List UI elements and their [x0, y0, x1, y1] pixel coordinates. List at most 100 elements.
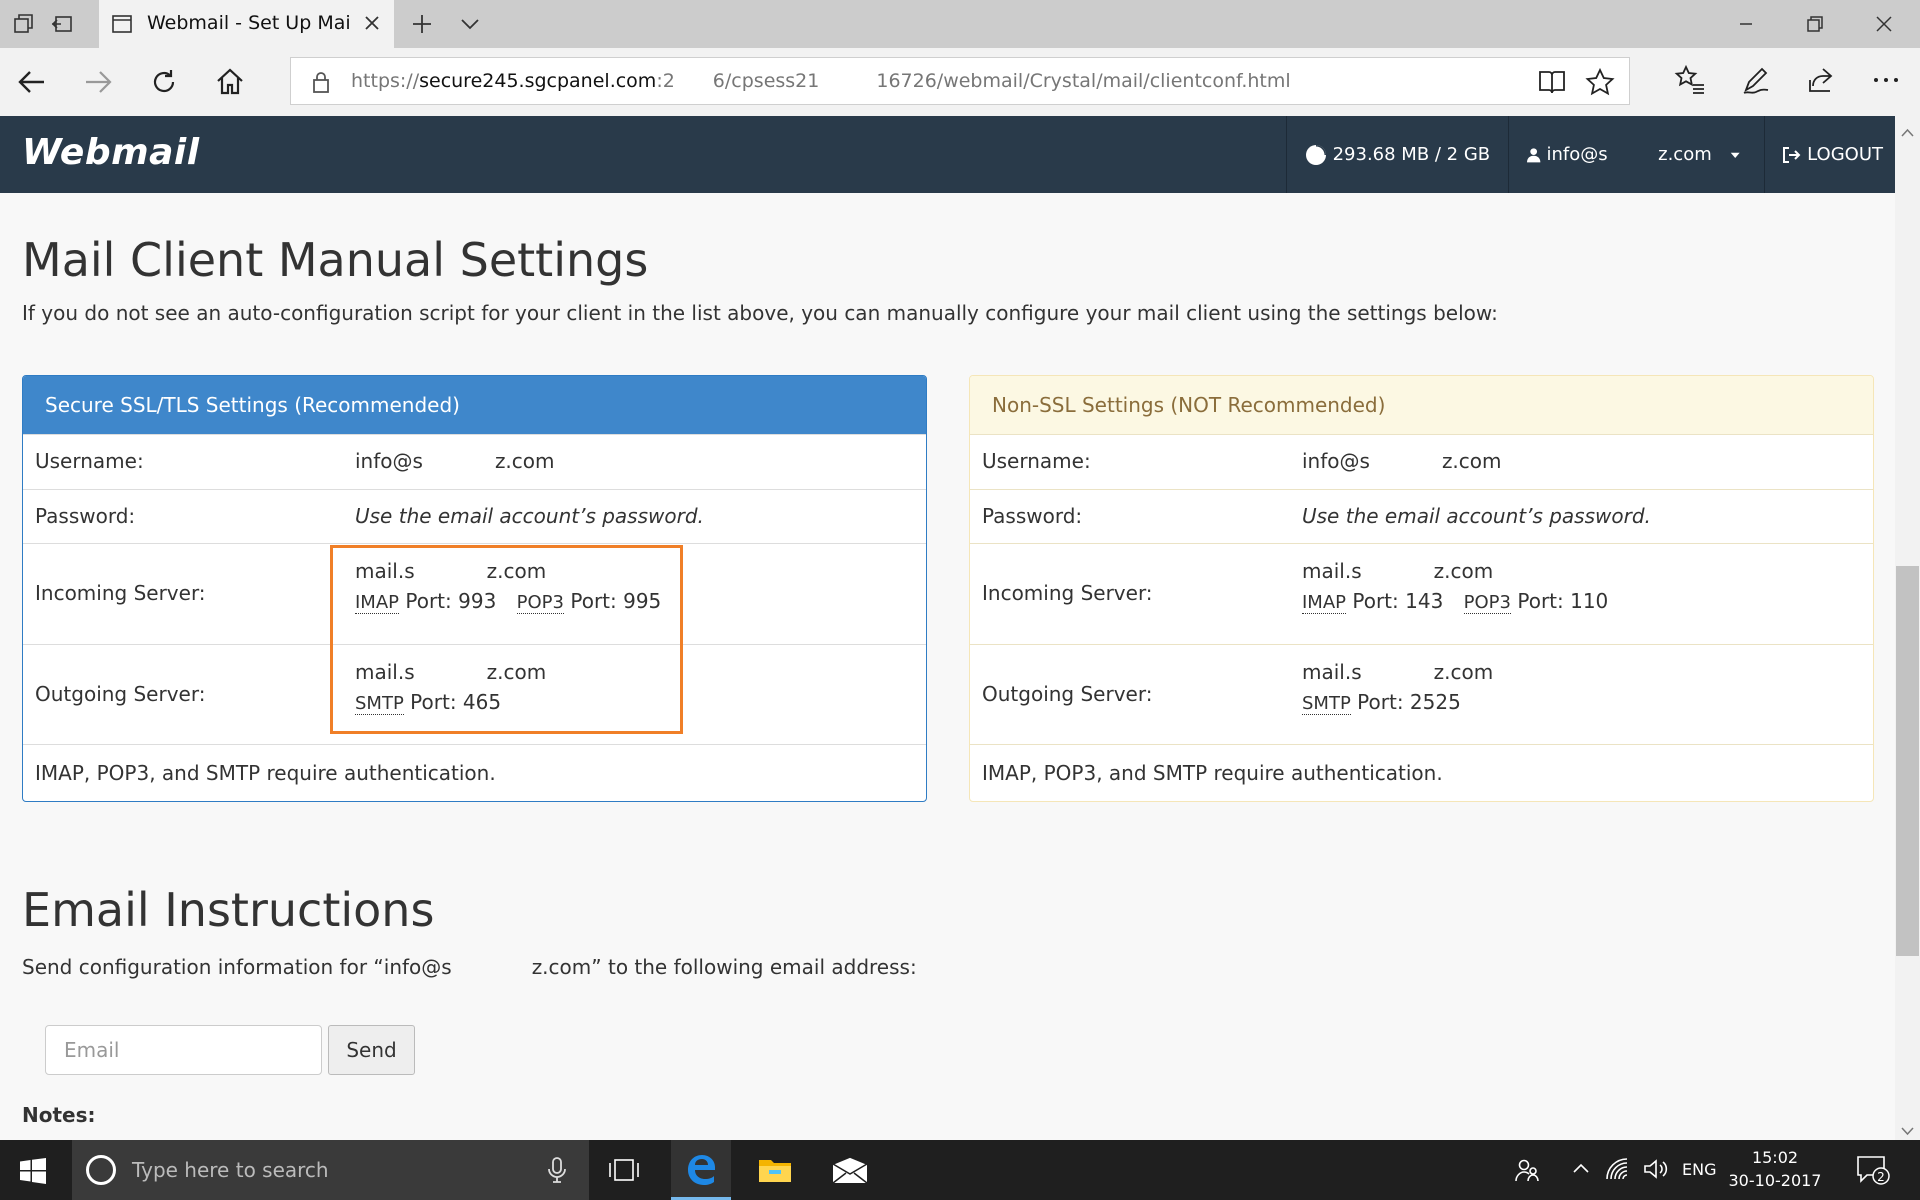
email-instructions-title: Email Instructions: [22, 883, 435, 937]
web-note-pen-icon[interactable]: [1740, 64, 1772, 100]
tab-title: Webmail - Set Up Mail Client: [147, 12, 352, 34]
more-options-icon[interactable]: [1870, 64, 1902, 100]
imap-abbr: IMAP: [1302, 592, 1347, 614]
password-label: Password:: [982, 504, 1083, 528]
smtp-port: Port: 2525: [1357, 690, 1461, 714]
windows-taskbar: Type here to search ENG 15:02 30-10-2017…: [0, 1140, 1920, 1200]
auth-note: IMAP, POP3, and SMTP require authenticat…: [982, 761, 1443, 785]
volume-icon[interactable]: [1642, 1157, 1668, 1185]
pie-chart-icon: [1305, 144, 1326, 165]
password-value: Use the email account’s password.: [1302, 504, 1651, 528]
url-text: https://secure245.sgcpanel.com:2 6/cpses…: [351, 70, 1291, 92]
favorites-hub-icon[interactable]: [1674, 64, 1706, 100]
incoming-server-label: Incoming Server:: [35, 581, 206, 605]
close-window-icon[interactable]: [1872, 12, 1896, 40]
scroll-down-icon[interactable]: [1901, 1121, 1914, 1140]
caret-down-icon: [1730, 152, 1740, 158]
user-icon: [1527, 147, 1541, 162]
file-explorer-icon[interactable]: [745, 1140, 805, 1200]
minimize-icon[interactable]: [1734, 12, 1758, 40]
back-icon[interactable]: [14, 64, 50, 100]
account-menu[interactable]: info@s z.com: [1508, 116, 1764, 193]
task-view-icon[interactable]: [594, 1140, 654, 1200]
account-user: info@s: [1546, 144, 1608, 165]
clock-time: 15:02: [1751, 1148, 1799, 1167]
quota-text: 293.68 MB / 2 GB: [1332, 144, 1491, 165]
tab-list-icon[interactable]: [12, 12, 36, 36]
username-value: info@s z.com: [1302, 449, 1502, 473]
outgoing-server-label: Outgoing Server:: [982, 682, 1153, 706]
outgoing-server-label: Outgoing Server:: [35, 682, 206, 706]
refresh-icon[interactable]: [146, 64, 182, 100]
chevron-down-icon[interactable]: [458, 12, 482, 40]
email-instructions-description: Send configuration information for “info…: [22, 955, 917, 979]
reading-view-icon[interactable]: [1537, 68, 1567, 100]
webmail-header: Webmail 293.68 MB / 2 GB info@s z.com LO…: [0, 116, 1895, 193]
manual-description: If you do not see an auto-configuration …: [22, 301, 1498, 325]
action-center-icon[interactable]: 2: [1855, 1154, 1891, 1190]
notification-count: 2: [1877, 1170, 1885, 1184]
nonssl-settings-panel: Non-SSL Settings (NOT Recommended) Usern…: [969, 375, 1874, 802]
highlight-box: [330, 545, 683, 734]
email-input[interactable]: [45, 1025, 322, 1075]
incoming-server-label: Incoming Server:: [982, 581, 1153, 605]
home-icon[interactable]: [212, 64, 248, 100]
browser-nav-bar: https://secure245.sgcpanel.com:2 6/cpses…: [0, 48, 1920, 116]
forward-icon[interactable]: [80, 64, 116, 100]
nonssl-outgoing-row: Outgoing Server: mail.s z.com SMTP Port: …: [970, 644, 1873, 744]
input-language[interactable]: ENG: [1682, 1160, 1716, 1179]
ssl-auth-note-row: IMAP, POP3, and SMTP require authenticat…: [23, 744, 926, 801]
tab-webmail[interactable]: Webmail - Set Up Mail Client: [99, 0, 394, 48]
imap-port: Port: 143: [1352, 589, 1444, 613]
incoming-server-value: mail.s z.com IMAP Port: 143 POP3 Port: 11…: [1302, 559, 1609, 614]
webmail-logo[interactable]: Webmail: [22, 132, 200, 173]
show-hidden-icons-chevron-icon[interactable]: [1570, 1157, 1592, 1183]
lock-icon[interactable]: [311, 70, 331, 98]
microphone-icon[interactable]: [547, 1156, 567, 1188]
mail-app-icon[interactable]: [820, 1140, 880, 1200]
people-icon[interactable]: [1514, 1157, 1540, 1187]
pop3-abbr: POP3: [1463, 592, 1511, 614]
username-value: info@s z.com: [355, 449, 555, 473]
scrollbar-thumb[interactable]: [1896, 566, 1919, 956]
nonssl-panel-heading: Non-SSL Settings (NOT Recommended): [970, 376, 1873, 434]
notes-label: Notes:: [22, 1103, 96, 1127]
logout-link[interactable]: LOGOUT: [1764, 116, 1895, 193]
disk-quota: 293.68 MB / 2 GB: [1285, 116, 1509, 193]
ssl-password-row: Password: Use the email account’s passwo…: [23, 489, 926, 543]
favorite-star-icon[interactable]: [1585, 67, 1615, 100]
system-clock[interactable]: 15:02 30-10-2017: [1720, 1146, 1830, 1192]
page-title: Mail Client Manual Settings: [22, 233, 649, 287]
pop3-port: Port: 110: [1517, 589, 1609, 613]
username-label: Username:: [35, 449, 144, 473]
scroll-up-icon[interactable]: [1901, 122, 1914, 141]
smtp-abbr: SMTP: [1302, 693, 1351, 715]
edge-browser-icon[interactable]: [671, 1140, 731, 1200]
send-button[interactable]: Send: [328, 1025, 415, 1075]
wifi-icon[interactable]: [1605, 1157, 1631, 1185]
ssl-panel-heading: Secure SSL/TLS Settings (Recommended): [23, 376, 926, 434]
cortana-icon: [86, 1155, 116, 1185]
page-scrollbar[interactable]: [1895, 116, 1920, 1140]
logout-label: LOGOUT: [1807, 144, 1883, 165]
windows-start-icon[interactable]: [20, 1158, 46, 1188]
set-tabs-aside-icon[interactable]: [50, 12, 74, 36]
browser-tab-bar: Webmail - Set Up Mail Client: [0, 0, 1920, 48]
taskbar-search-box[interactable]: Type here to search: [72, 1140, 589, 1200]
address-bar[interactable]: https://secure245.sgcpanel.com:2 6/cpses…: [290, 57, 1630, 105]
password-label: Password:: [35, 504, 136, 528]
outgoing-server-value: mail.s z.com SMTP Port: 2525: [1302, 660, 1494, 715]
close-tab-icon[interactable]: [361, 12, 383, 38]
page-content: Mail Client Manual Settings If you do no…: [0, 193, 1895, 1140]
search-placeholder: Type here to search: [132, 1158, 329, 1182]
clock-date: 30-10-2017: [1728, 1171, 1822, 1190]
restore-icon[interactable]: [1803, 12, 1827, 40]
new-tab-icon[interactable]: [410, 12, 434, 40]
nonssl-incoming-row: Incoming Server: mail.s z.com IMAP Port: …: [970, 543, 1873, 644]
logout-icon: [1783, 146, 1801, 163]
share-icon[interactable]: [1804, 64, 1836, 100]
auth-note: IMAP, POP3, and SMTP require authenticat…: [35, 761, 496, 785]
page-icon: [111, 13, 133, 39]
password-value: Use the email account’s password.: [355, 504, 704, 528]
nonssl-password-row: Password: Use the email account’s passwo…: [970, 489, 1873, 543]
